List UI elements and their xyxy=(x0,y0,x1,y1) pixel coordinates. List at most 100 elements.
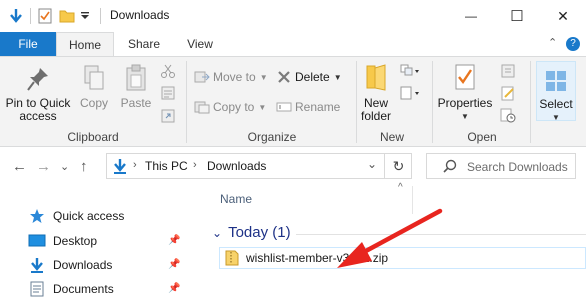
breadcrumb-downloads[interactable]: Downloads xyxy=(207,159,266,173)
maximize-icon: ☐ xyxy=(510,8,524,25)
up-arrow-icon: ↑ xyxy=(80,158,88,175)
paste-button[interactable]: Paste xyxy=(116,61,156,110)
documents-icon xyxy=(28,281,46,297)
copy-icon xyxy=(83,64,105,95)
organize-group-label: Organize xyxy=(247,130,297,144)
move-to-caret-icon: ▼ xyxy=(259,72,268,82)
column-divider[interactable] xyxy=(412,186,413,214)
chevron-down-icon: ⌄ xyxy=(212,225,223,240)
forward-arrow-icon: → xyxy=(36,158,51,175)
ribbon-separator xyxy=(186,61,187,143)
pin-icon[interactable]: 📌 xyxy=(168,259,180,270)
minimize-button[interactable]: — xyxy=(448,0,494,32)
new-group-label: New xyxy=(379,130,404,144)
select-button[interactable]: Select ▼ xyxy=(536,61,576,122)
qat-title-separator xyxy=(100,8,101,24)
column-header-name[interactable]: Name xyxy=(220,192,252,206)
rename-button[interactable]: Rename xyxy=(276,97,340,117)
up-button[interactable]: ↑ xyxy=(80,158,88,175)
paste-label: Paste xyxy=(120,96,152,110)
move-to-button[interactable]: Move to ▼ xyxy=(194,67,268,87)
copy-to-icon xyxy=(194,99,210,115)
copy-button[interactable]: Copy xyxy=(76,61,112,110)
new-item-icon[interactable] xyxy=(400,63,422,79)
tab-home[interactable]: Home xyxy=(56,32,114,57)
downloads-location-icon xyxy=(113,158,127,174)
delete-button[interactable]: Delete ▼ xyxy=(276,67,342,87)
nav-item-desktop[interactable]: Desktop xyxy=(28,230,97,252)
ribbon-separator xyxy=(432,61,433,143)
tab-view[interactable]: View xyxy=(174,32,226,56)
collapse-ribbon-icon[interactable]: ⌃ xyxy=(548,36,557,49)
forward-button[interactable]: → xyxy=(36,158,51,175)
copy-path-icon[interactable] xyxy=(160,85,176,101)
new-folder-qat-icon[interactable] xyxy=(59,8,75,24)
pin-icon[interactable]: 📌 xyxy=(168,283,180,294)
maximize-button[interactable]: ☐ xyxy=(494,0,540,32)
nav-item-label: Documents xyxy=(53,282,114,296)
delete-label: Delete xyxy=(295,70,330,84)
breadcrumb-chevron[interactable]: › xyxy=(193,159,197,171)
minimize-icon: — xyxy=(465,9,477,23)
back-arrow-icon: ← xyxy=(12,158,27,175)
window-title: Downloads xyxy=(110,8,170,22)
properties-label: Properties xyxy=(437,96,493,110)
nav-item-label: Quick access xyxy=(53,209,125,223)
new-folder-button[interactable]: New folder xyxy=(356,61,396,123)
breadcrumb-chevron[interactable]: › xyxy=(133,159,137,171)
refresh-icon: ↻ xyxy=(392,157,405,174)
pin-icon[interactable]: 📌 xyxy=(168,235,180,246)
help-icon[interactable]: ? xyxy=(566,37,580,51)
nav-item-label: Downloads xyxy=(53,258,113,272)
copy-to-button[interactable]: Copy to ▼ xyxy=(194,97,266,117)
address-history-dropdown[interactable]: ⌄ xyxy=(367,157,377,171)
nav-item-quick-access[interactable]: Quick access xyxy=(28,205,124,227)
cut-icon[interactable] xyxy=(160,63,176,79)
file-row[interactable]: wishlist-member-v3.5.1.zip xyxy=(219,247,586,269)
tab-share[interactable]: Share xyxy=(116,32,172,56)
ribbon-tabs: File Home Share View ⌃ ? xyxy=(0,32,586,57)
copy-to-label: Copy to xyxy=(213,100,255,114)
address-bar[interactable]: › This PC › Downloads ⌄ xyxy=(106,153,412,179)
nav-item-label: Desktop xyxy=(53,234,98,248)
customize-qat-icon[interactable] xyxy=(79,8,91,24)
properties-icon xyxy=(453,62,477,95)
clipboard-group-label: Clipboard xyxy=(67,130,119,144)
ribbon-separator xyxy=(530,61,531,143)
properties-button[interactable]: Properties ▼ xyxy=(436,61,494,123)
refresh-button[interactable]: ↻ xyxy=(384,153,412,179)
close-button[interactable]: ✕ xyxy=(540,0,586,32)
open-icon[interactable] xyxy=(500,63,516,79)
easy-access-icon[interactable] xyxy=(400,85,422,101)
edit-icon[interactable] xyxy=(500,85,516,101)
nav-item-downloads[interactable]: Downloads xyxy=(28,254,112,276)
ribbon: Pin to Quick access Copy Paste Clipboard xyxy=(0,56,586,147)
properties-caret-icon: ▼ xyxy=(461,112,469,121)
copy-label: Copy xyxy=(79,96,108,110)
back-button[interactable]: ← xyxy=(12,158,27,175)
file-name: wishlist-member-v3.5.1.zip xyxy=(246,251,389,265)
delete-caret-icon: ▼ xyxy=(333,72,342,82)
pin-to-quick-access-button[interactable]: Pin to Quick access xyxy=(4,61,72,123)
tab-file[interactable]: File xyxy=(0,32,56,56)
nav-item-documents[interactable]: Documents xyxy=(28,278,114,300)
explorer-window: Downloads — ☐ ✕ File Home Share View ⌃ ?… xyxy=(0,0,586,302)
move-to-label: Move to xyxy=(213,70,256,84)
help-glyph: ? xyxy=(570,38,576,49)
close-icon: ✕ xyxy=(557,7,569,24)
recent-locations-button[interactable]: ⌄ xyxy=(60,160,69,173)
properties-check-icon[interactable] xyxy=(37,8,53,24)
downloads-icon xyxy=(28,257,46,273)
desktop-icon xyxy=(28,233,46,249)
paste-shortcut-icon[interactable] xyxy=(160,107,176,123)
copy-to-caret-icon: ▼ xyxy=(258,102,267,112)
qat-separator xyxy=(30,8,31,24)
group-header-today[interactable]: ⌄ Today (1) xyxy=(212,224,291,241)
history-icon[interactable] xyxy=(500,107,516,123)
search-input[interactable]: Search Downloads xyxy=(426,153,576,179)
navigate-down-icon[interactable] xyxy=(8,8,24,24)
quick-access-toolbar xyxy=(8,7,91,25)
breadcrumb-this-pc[interactable]: This PC xyxy=(145,159,188,173)
title-bar: Downloads — ☐ ✕ xyxy=(0,0,586,32)
rename-icon xyxy=(276,99,292,115)
